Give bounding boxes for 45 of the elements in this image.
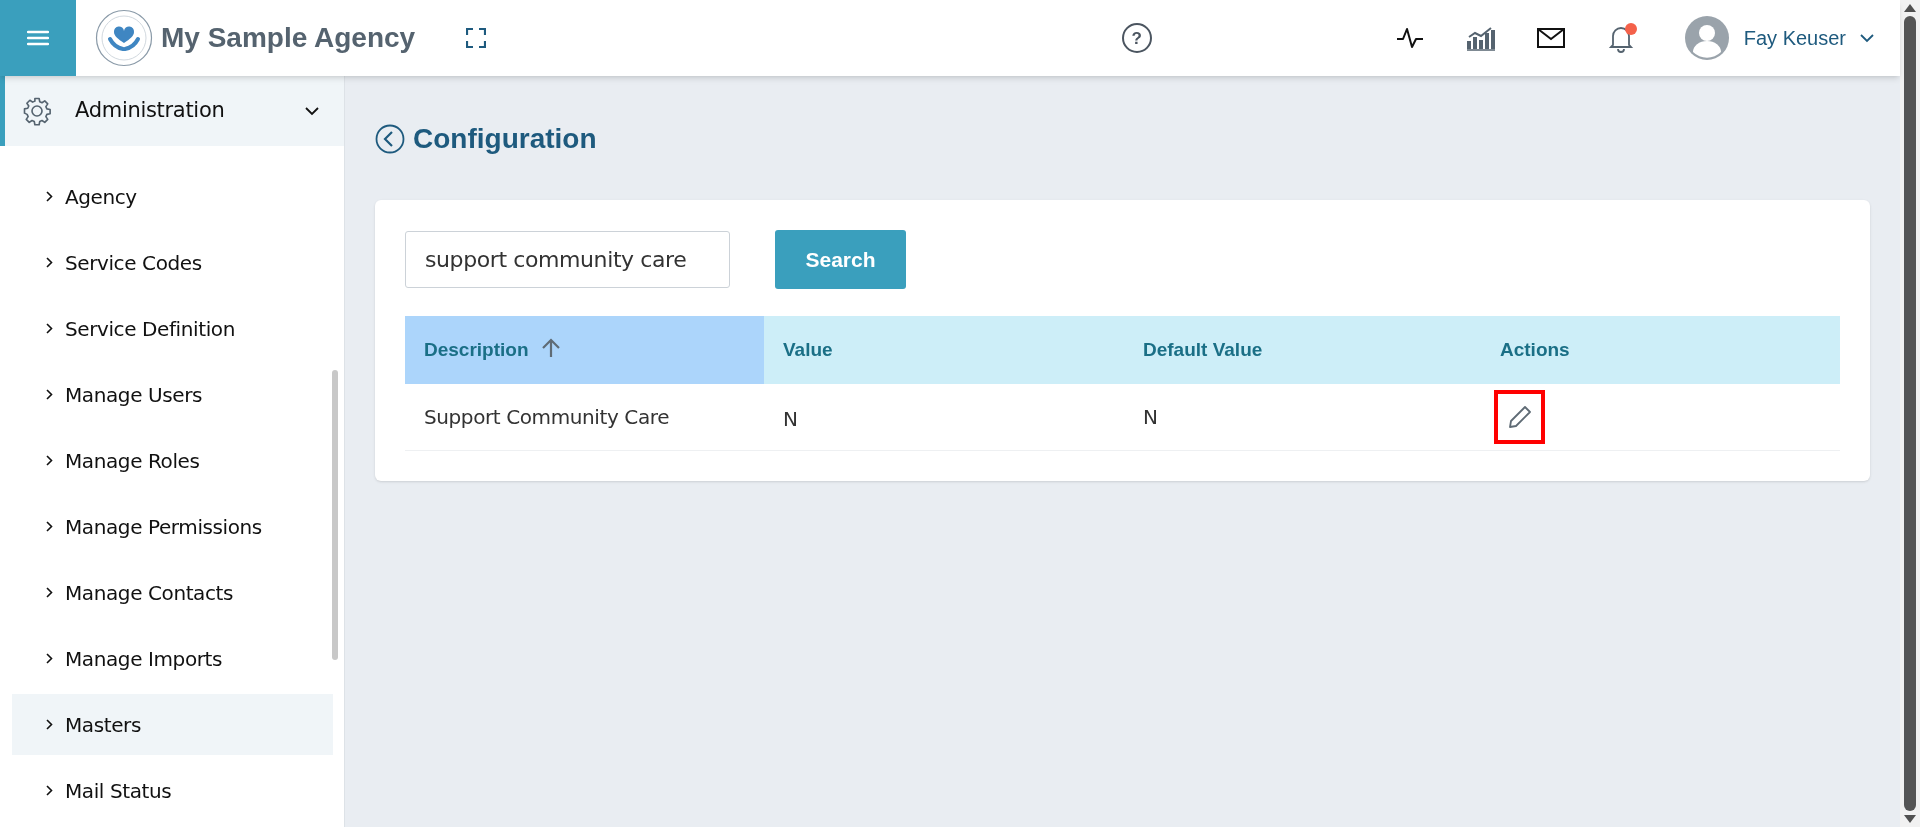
chevron-right-icon [46,323,53,334]
fullscreen-button[interactable] [465,27,488,49]
pencil-icon [1506,403,1533,430]
logo-icon [95,9,153,67]
column-header[interactable]: Description [405,316,764,384]
table-cell: N [1124,384,1481,450]
gear-icon [22,96,52,126]
chevron-right-icon [46,653,53,664]
back-icon[interactable] [375,124,405,154]
chevron-right-icon [46,785,53,796]
chevron-right-icon [46,191,53,202]
browser-scrollbar[interactable] [1900,0,1920,827]
help-button[interactable]: ? [1121,23,1152,53]
activity-icon[interactable] [1395,26,1424,50]
table-cell: N [764,384,1124,450]
chevron-down-icon [305,106,319,116]
chevron-right-icon [46,521,53,532]
section-label: Administration [75,97,225,125]
chevron-down-icon[interactable] [1860,33,1874,43]
user-name[interactable]: Fay Keuser [1743,23,1846,53]
sidebar-item[interactable]: Masters [12,694,333,755]
chart-icon[interactable] [1466,25,1495,51]
column-header[interactable]: Actions [1481,316,1840,384]
chevron-right-icon [46,257,53,268]
mail-icon[interactable] [1536,28,1565,48]
chevron-right-icon [46,389,53,400]
edit-button[interactable] [1494,389,1545,444]
chevron-right-icon [46,455,53,466]
search-field[interactable]: support community care [405,231,730,288]
column-header[interactable]: Default Value [1124,316,1481,384]
menu-button[interactable] [0,0,76,76]
sidebar-section-header[interactable]: Administration [0,76,345,146]
arrow-up-icon [540,337,561,358]
menu-icon [27,30,49,46]
page-title: Configuration [413,122,597,156]
app-title: My Sample Agency [161,21,416,55]
chevron-right-icon [46,587,53,598]
sidebar-scrollbar[interactable] [332,370,338,660]
avatar-icon[interactable] [1684,16,1729,60]
scroll-down-icon[interactable] [1904,815,1916,823]
chevron-right-icon [46,719,53,730]
scroll-up-icon[interactable] [1904,4,1916,12]
table-cell: Support Community Care [405,384,764,450]
fullscreen-icon [466,28,487,48]
column-header[interactable]: Value [764,316,1124,384]
